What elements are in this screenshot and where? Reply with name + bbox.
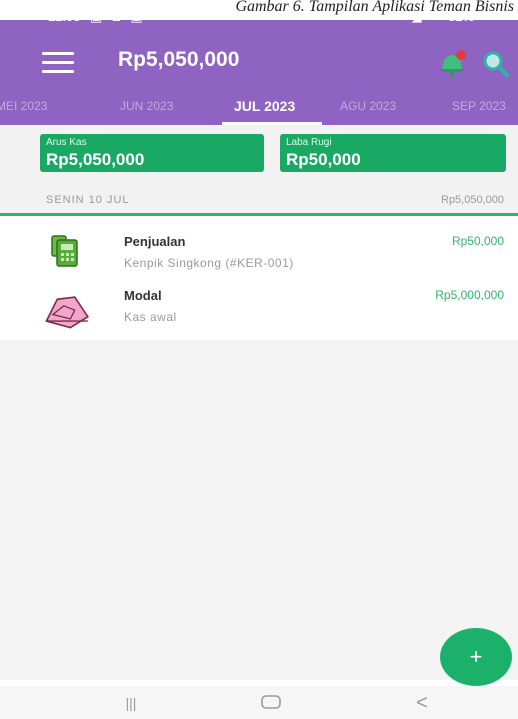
cash-flow-value: Rp5,050,000 xyxy=(46,150,145,169)
tab-month-sep[interactable]: SEP 2023 xyxy=(452,90,506,123)
transaction-subtitle: Kenpik Singkong (#KER-001) xyxy=(124,256,294,270)
home-icon[interactable] xyxy=(257,692,285,714)
back-icon[interactable]: < xyxy=(410,692,434,714)
recent-apps-icon[interactable]: ||| xyxy=(116,692,146,714)
transaction-title: Penjualan xyxy=(124,234,186,249)
tab-month-agu[interactable]: AGU 2023 xyxy=(340,90,396,123)
tab-month-jun[interactable]: JUN 2023 xyxy=(120,90,173,123)
transaction-item-modal[interactable]: Modal Kas awal Rp5,000,000 xyxy=(0,280,518,338)
search-icon[interactable] xyxy=(480,48,510,78)
status-notification-icons: ▣ ▲ ▣ • xyxy=(90,9,157,24)
cash-register-icon xyxy=(51,235,78,267)
system-navigation-bar: ||| < xyxy=(0,686,518,719)
status-time: 12.05 xyxy=(48,9,81,24)
tab-month-jul[interactable]: JUL 2023 xyxy=(234,90,295,123)
cash-flow-label: Arus Kas xyxy=(46,137,87,148)
piggy-bank-icon xyxy=(45,296,89,329)
cash-flow-card[interactable]: Arus Kas Rp5,050,000 xyxy=(40,134,264,172)
battery-level: 82% xyxy=(448,9,475,24)
day-group-date: SENIN 10 JUL xyxy=(46,194,130,206)
day-group-divider xyxy=(0,213,518,216)
day-group-header: SENIN 10 JUL Rp5,050,000 xyxy=(0,189,518,213)
tab-month-mei[interactable]: MEI 2023 xyxy=(0,90,47,123)
transaction-amount: Rp50,000 xyxy=(451,234,504,248)
profit-loss-value: Rp50,000 xyxy=(286,150,361,169)
profit-loss-label: Laba Rugi xyxy=(286,137,332,148)
transaction-amount: Rp5,000,000 xyxy=(435,288,504,302)
add-transaction-button[interactable]: + xyxy=(440,628,512,686)
status-signal-icons: ▪ ◔ ◢ xyxy=(388,9,423,24)
top-app-bar: Rp5,050,000 xyxy=(0,34,518,90)
bell-icon[interactable] xyxy=(436,48,468,78)
profit-loss-card[interactable]: Laba Rugi Rp50,000 xyxy=(280,134,506,172)
empty-content-area xyxy=(0,340,518,680)
hamburger-icon[interactable] xyxy=(42,52,74,74)
day-group-total: Rp5,050,000 xyxy=(441,194,504,206)
transaction-item-penjualan[interactable]: Penjualan Kenpik Singkong (#KER-001) Rp5… xyxy=(0,226,518,284)
summary-section: Arus Kas Rp5,050,000 Laba Rugi Rp50,000 … xyxy=(0,125,518,215)
balance-title: Rp5,050,000 xyxy=(118,48,240,71)
transaction-title: Modal xyxy=(124,288,162,303)
month-tabs: MEI 2023 JUN 2023 JUL 2023 AGU 2023 SEP … xyxy=(0,90,518,125)
transaction-subtitle: Kas awal xyxy=(124,310,177,324)
status-bar: 12.05 ▣ ▲ ▣ • ▪ ◔ ◢ 82% xyxy=(0,5,518,25)
